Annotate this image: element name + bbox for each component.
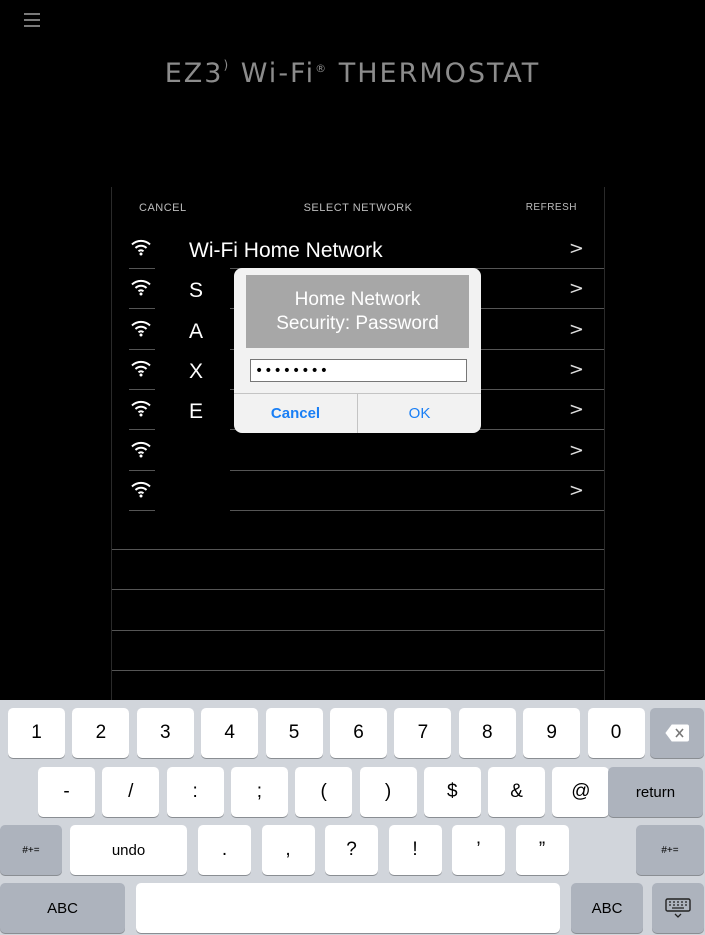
key[interactable]: 1 [8, 708, 65, 758]
chevron-right-icon: > [568, 238, 584, 259]
network-row[interactable]: > [112, 471, 604, 511]
hamburger-menu-icon[interactable] [24, 13, 40, 27]
panel-header: SELECT NETWORK CANCEL REFRESH [112, 187, 604, 229]
dialog-cancel-button[interactable]: Cancel [234, 394, 358, 433]
password-dialog: Home Network Security: Password ••••••••… [234, 268, 481, 433]
list-divider [112, 630, 604, 631]
key[interactable]: $ [423, 767, 481, 817]
key[interactable]: ’ [452, 825, 505, 875]
wifi-signal-icon [130, 399, 152, 417]
key[interactable]: 5 [265, 708, 323, 758]
key[interactable]: , [261, 825, 315, 875]
chevron-right-icon: > [568, 439, 584, 461]
dialog-ok-button[interactable]: OK [358, 394, 481, 433]
wifi-signal-icon [130, 480, 152, 498]
key[interactable]: ; [230, 767, 288, 817]
chevron-right-icon: > [568, 278, 584, 300]
key[interactable]: ! [388, 825, 442, 875]
keyboard-hide-icon [665, 898, 691, 918]
list-divider [112, 670, 604, 671]
onscreen-keyboard: 1234567890 - /:;() $ & @ return #+= undo .,?… [0, 700, 705, 935]
key[interactable]: ? [325, 825, 378, 875]
wifi-signal-icon [130, 319, 152, 337]
dialog-network-name: Home Network [294, 289, 421, 310]
return-key[interactable]: return [608, 767, 703, 817]
key[interactable]: ) [359, 767, 417, 817]
row-separator [230, 509, 604, 511]
backspace-icon [665, 724, 689, 742]
chevron-right-icon: > [568, 399, 584, 421]
network-row[interactable]: Wi-Fi Home Network > [112, 229, 604, 269]
key[interactable]: 4 [201, 708, 259, 758]
key[interactable]: / [102, 767, 160, 817]
key[interactable]: ” [515, 825, 569, 875]
symbols-key-right[interactable]: #+= [636, 825, 704, 875]
network-name: E [189, 400, 204, 424]
dialog-buttons: Cancel OK [234, 393, 481, 433]
dialog-security-type: Security: Password [276, 313, 439, 334]
abc-key-left[interactable]: ABC [0, 883, 125, 933]
key[interactable]: 9 [523, 708, 581, 758]
network-name: X [189, 359, 204, 383]
network-name: A [189, 319, 204, 343]
list-divider [112, 549, 604, 550]
list-divider [112, 589, 604, 590]
refresh-button[interactable]: REFRESH [526, 202, 577, 213]
password-input[interactable]: •••••••• [250, 359, 467, 382]
network-name: Wi-Fi Home Network [189, 239, 383, 262]
key[interactable]: : [166, 767, 224, 817]
symbols-key-left[interactable]: #+= [0, 825, 62, 875]
key[interactable]: & [488, 767, 546, 817]
key[interactable]: - [38, 767, 95, 817]
key[interactable]: ( [295, 767, 353, 817]
wifi-signal-icon [130, 278, 152, 296]
chevron-right-icon: > [568, 479, 584, 501]
key[interactable]: @ [552, 767, 610, 817]
panel-cancel-button[interactable]: CANCEL [139, 202, 187, 214]
key[interactable]: . [198, 825, 251, 875]
select-network-panel: SELECT NETWORK CANCEL REFRESH Wi-Fi Home… [111, 187, 605, 707]
key[interactable]: 3 [136, 708, 194, 758]
icon-underline [129, 509, 155, 511]
space-key[interactable] [136, 883, 560, 933]
undo-key[interactable]: undo [70, 825, 187, 875]
key[interactable]: 7 [394, 708, 452, 758]
abc-key-right[interactable]: ABC [571, 883, 643, 933]
hide-keyboard-key[interactable] [652, 883, 704, 933]
key[interactable]: 8 [458, 708, 516, 758]
dialog-title: Home Network Security: Password [246, 275, 469, 348]
backspace-key[interactable] [650, 708, 704, 758]
wifi-signal-icon [130, 359, 152, 377]
chevron-right-icon: > [568, 318, 584, 340]
wifi-signal-icon [130, 440, 152, 458]
wifi-signal-icon [130, 238, 152, 256]
chevron-right-icon: > [568, 358, 584, 380]
key[interactable]: 0 [587, 708, 645, 758]
network-name: S [189, 279, 204, 303]
brand-logo: EZ3) Wi-Fi® THERMOSTAT [164, 58, 541, 89]
network-row[interactable]: > [112, 431, 604, 471]
key[interactable]: 2 [72, 708, 130, 758]
key[interactable]: 6 [330, 708, 387, 758]
